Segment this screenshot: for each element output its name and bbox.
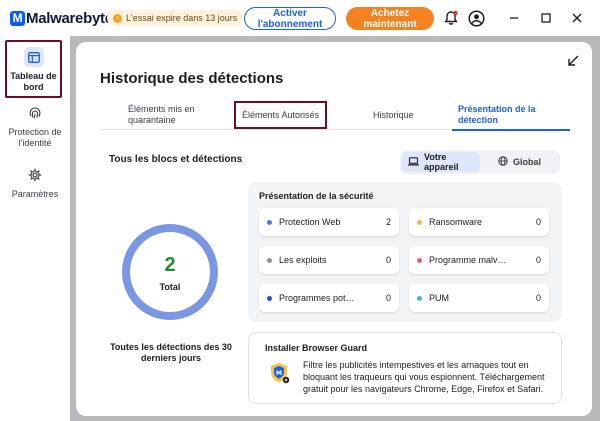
security-item-name: Les exploits xyxy=(279,255,327,265)
security-overview-title: Présentation de la sécurité xyxy=(259,191,374,201)
security-item-count: 0 xyxy=(535,217,541,227)
gear-icon xyxy=(0,168,70,185)
close-icon[interactable] xyxy=(566,8,588,28)
tab-detection-overview[interactable]: Présentation de la détection xyxy=(452,100,570,131)
section-title: Tous les blocs et détections xyxy=(109,154,243,165)
collapse-arrow-icon[interactable] xyxy=(566,54,580,68)
logo-icon: M xyxy=(10,10,25,26)
maximize-icon[interactable] xyxy=(535,8,557,28)
toggle-label: Global xyxy=(513,157,542,167)
main-area: Historique des détections Éléments mis e… xyxy=(70,36,600,421)
pum-dot xyxy=(417,295,422,301)
security-item-count: 0 xyxy=(535,255,541,265)
web-protection-dot xyxy=(267,219,272,225)
bell-icon[interactable] xyxy=(441,8,461,28)
sidebar-item-label: Paramètres xyxy=(11,189,59,199)
security-overview-panel: Présentation de la sécurité Protection W… xyxy=(248,182,562,322)
minimize-icon[interactable] xyxy=(503,8,525,28)
ransomware-dot xyxy=(417,219,422,225)
security-item-exploits[interactable]: Les exploits 0 xyxy=(259,246,399,274)
security-item-count: 0 xyxy=(535,293,541,303)
tab-allowed-items[interactable]: Éléments Autorisés xyxy=(234,101,328,129)
browser-guard-card[interactable]: Installer Browser Guard M Filtre les pub… xyxy=(248,332,562,404)
security-item-name: Programmes pot… xyxy=(279,293,355,303)
globe-icon xyxy=(498,156,508,168)
security-item-count: 0 xyxy=(385,293,391,303)
tab-history[interactable]: Historique xyxy=(373,100,414,130)
malware-dot xyxy=(417,257,422,263)
security-item-ransomware[interactable]: Ransomware 0 xyxy=(409,208,549,236)
trial-badge-text: L'essai expire dans 13 jours xyxy=(126,13,238,23)
account-icon[interactable] xyxy=(466,8,486,28)
browser-guard-title: Installer Browser Guard xyxy=(265,343,368,353)
detection-history-panel: Historique des détections Éléments mis e… xyxy=(76,42,592,416)
trial-badge[interactable]: L'essai expire dans 13 jours xyxy=(107,10,244,26)
sidebar-item-label: Protection de l'identité xyxy=(8,127,62,148)
toggle-label: Votre appareil xyxy=(424,152,459,172)
detections-ring: 2 Total xyxy=(120,222,220,322)
title-bar: M Malwarebytes L'essai expire dans 13 jou… xyxy=(0,0,600,36)
sidebar-item-label: Tableau de bord xyxy=(10,71,57,92)
page-title: Historique des détections xyxy=(100,70,284,87)
security-item-name: Programme malv… xyxy=(429,255,507,265)
browser-guard-description: Filtre les publicités intempestives et l… xyxy=(303,360,545,394)
exploits-dot xyxy=(267,257,272,263)
security-item-count: 0 xyxy=(385,255,391,265)
clock-icon xyxy=(113,13,122,23)
security-item-malware[interactable]: Programme malv… 0 xyxy=(409,246,549,274)
security-item-name: PUM xyxy=(429,293,449,303)
sidebar-item-identity-protection[interactable]: Protection de l'identité xyxy=(0,106,70,149)
laptop-icon xyxy=(408,156,419,168)
ring-total-count: 2 xyxy=(164,254,176,276)
svg-text:M: M xyxy=(276,370,282,377)
ring-caption: Toutes les détections des 30 derniers jo… xyxy=(110,342,232,363)
security-item-name: Protection Web xyxy=(279,217,341,227)
security-item-count: 2 xyxy=(385,217,391,227)
security-item-pum[interactable]: PUM 0 xyxy=(409,284,549,312)
security-item-pup[interactable]: Programmes pot… 0 xyxy=(259,284,399,312)
security-item-name: Ransomware xyxy=(429,217,483,227)
sidebar-item-dashboard[interactable]: Tableau de bord xyxy=(5,40,62,98)
toggle-your-device[interactable]: Votre appareil xyxy=(402,152,480,172)
sidebar-item-settings[interactable]: Paramètres xyxy=(0,168,70,200)
tab-bar: Éléments mis en quarantaine Éléments Aut… xyxy=(100,100,570,131)
app-logo: M Malwarebytes xyxy=(10,8,121,28)
sidebar: Tableau de bord Protection de l'identité… xyxy=(0,36,70,421)
activate-subscription-button[interactable]: Activer l'abonnement xyxy=(244,7,336,30)
tab-quarantine[interactable]: Éléments mis en quarantaine xyxy=(128,100,218,130)
ring-total-label: Total xyxy=(159,282,181,292)
scope-toggle: Votre appareil Global xyxy=(400,150,560,174)
buy-now-button[interactable]: Achetez maintenant xyxy=(346,7,434,30)
security-item-web-protection[interactable]: Protection Web 2 xyxy=(259,208,399,236)
fingerprint-icon xyxy=(0,106,70,123)
pup-dot xyxy=(267,295,272,301)
dashboard-icon xyxy=(23,47,44,67)
browser-guard-icon: M xyxy=(267,361,291,385)
toggle-global[interactable]: Global xyxy=(492,152,547,172)
